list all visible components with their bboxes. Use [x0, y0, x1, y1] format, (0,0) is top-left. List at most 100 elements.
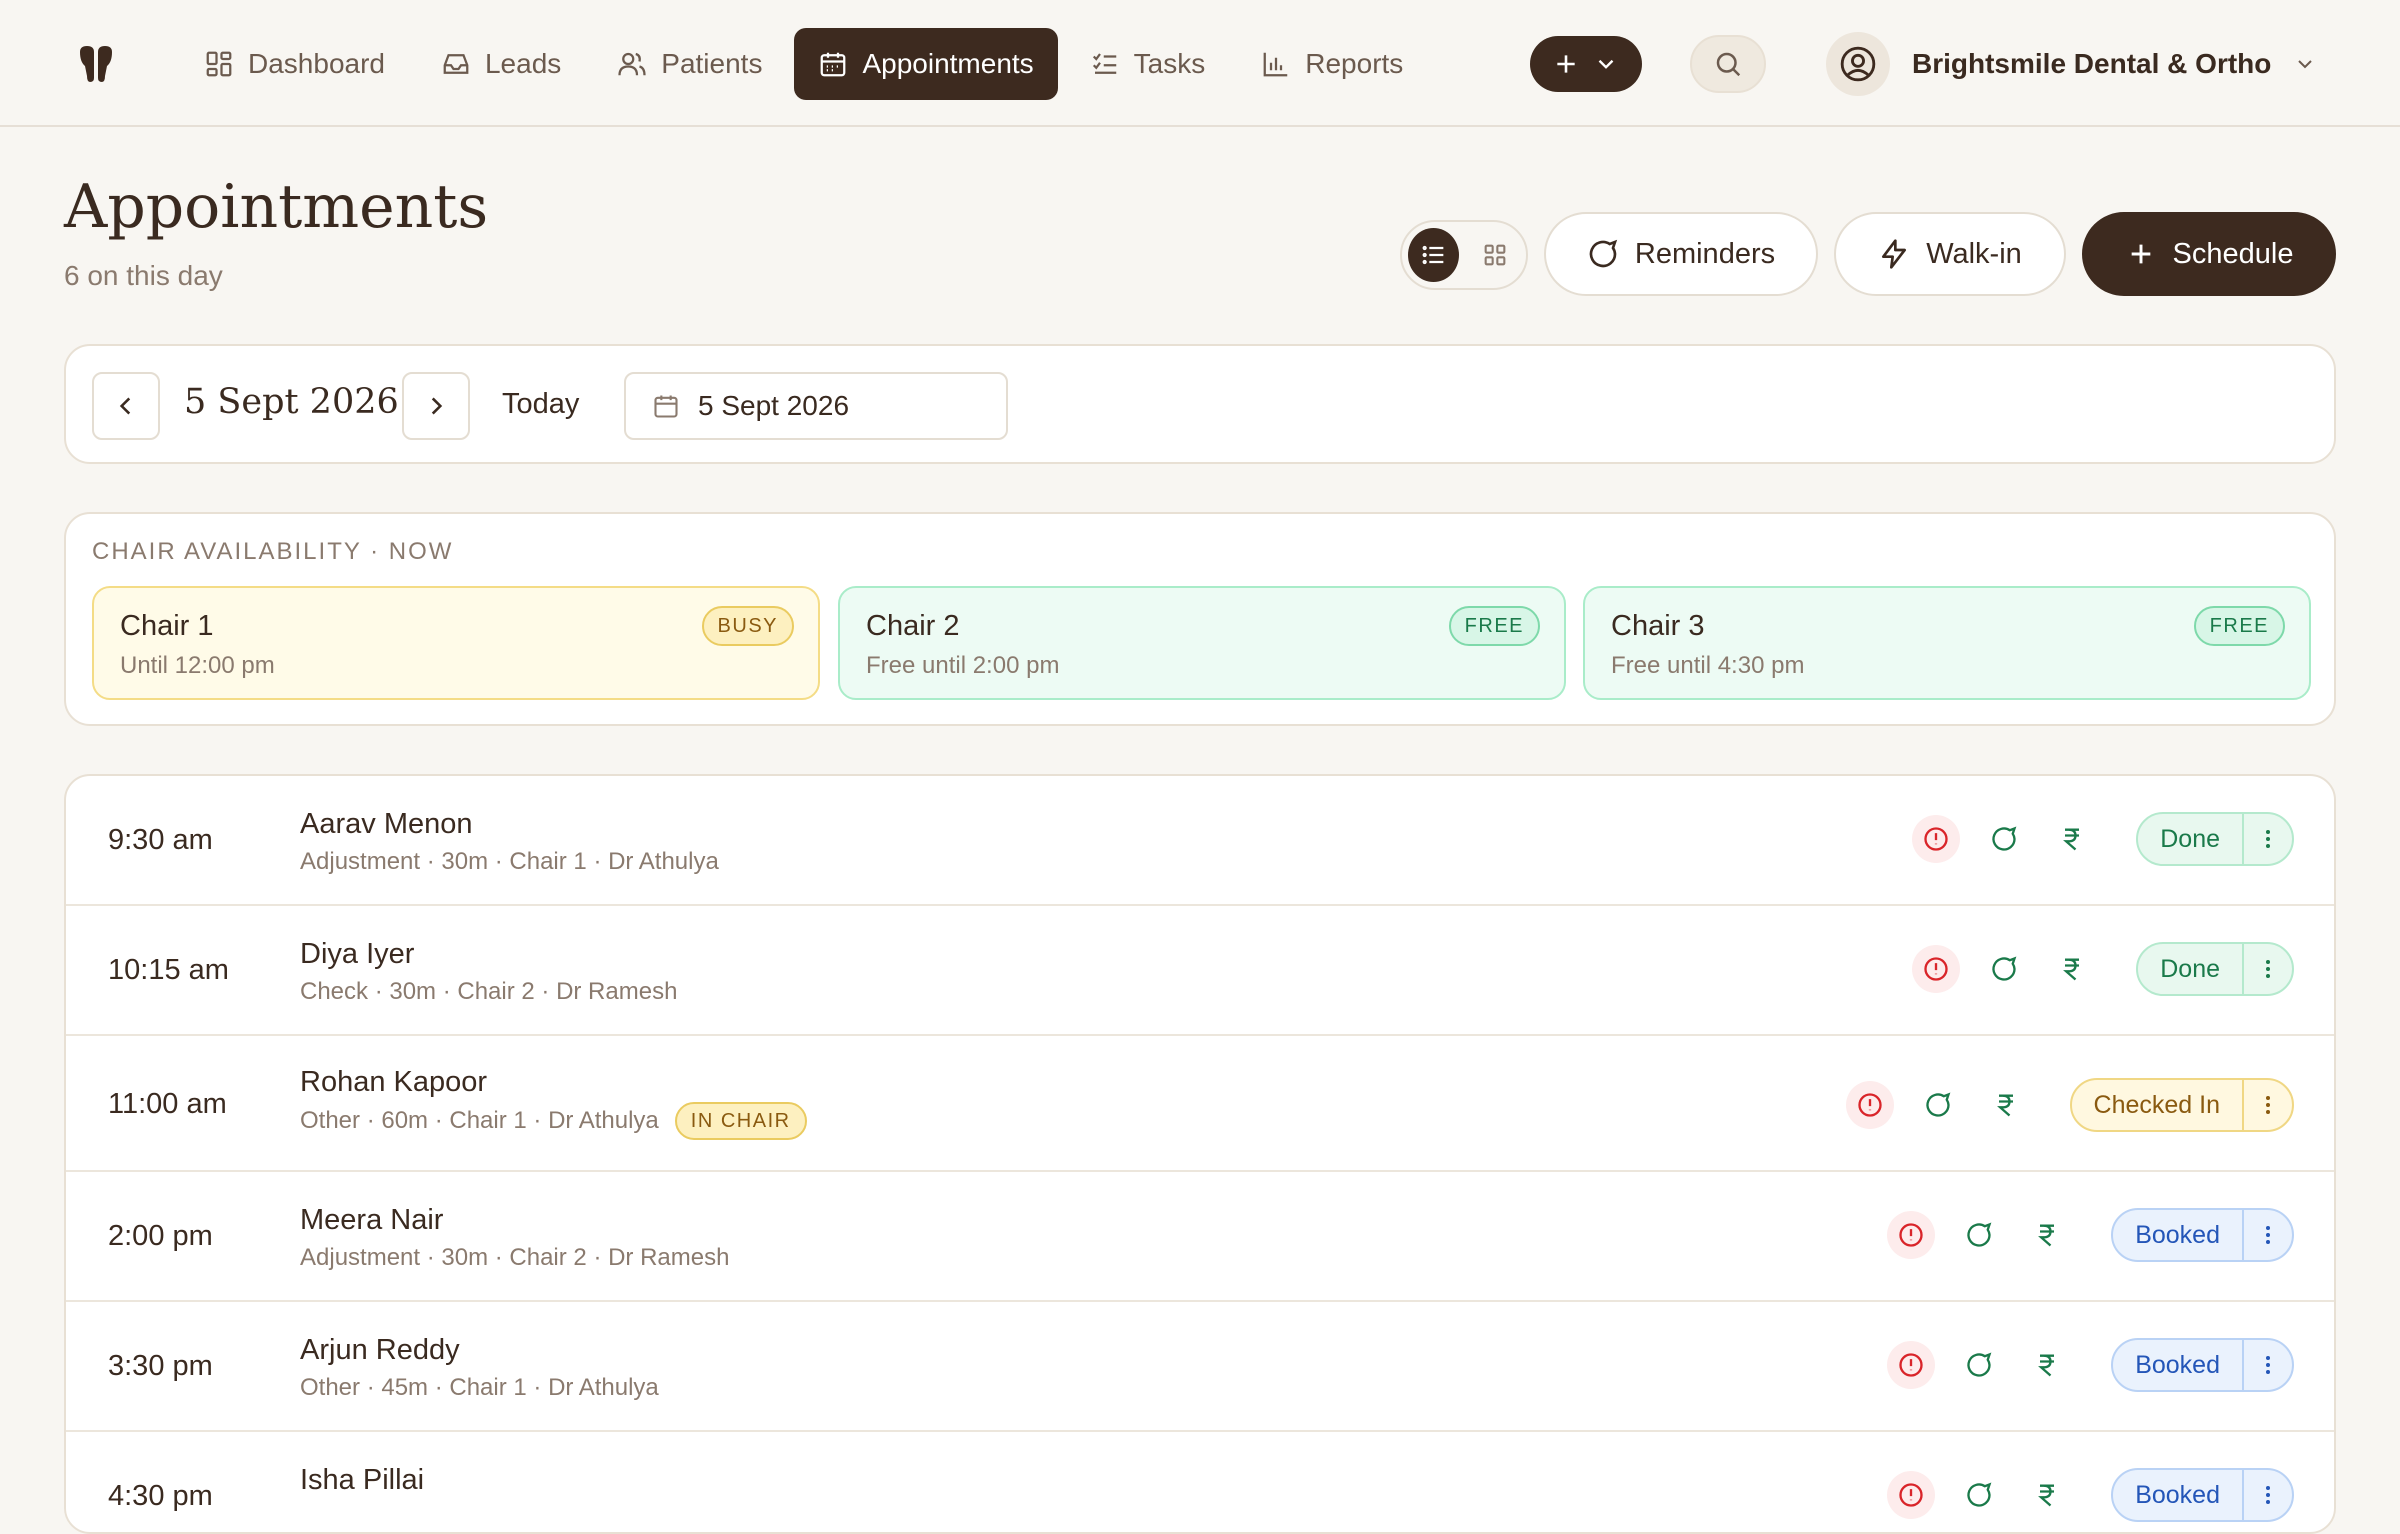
patient-name[interactable]: Meera Nair	[300, 1204, 443, 1237]
payment-button[interactable]	[2048, 945, 2096, 993]
nav-item-appointments[interactable]: Appointments	[794, 28, 1058, 100]
view-toggle	[1400, 220, 1528, 290]
patient-name[interactable]: Aarav Menon	[300, 808, 473, 841]
reminders-label: Reminders	[1634, 237, 1776, 270]
schedule-button[interactable]: Schedule	[2082, 212, 2336, 296]
previous-day-button[interactable]	[92, 372, 160, 440]
tooth-logo-icon[interactable]	[76, 44, 116, 84]
appointment-row[interactable]: 2:00 pm Meera Nair Adjustment · 30m · Ch…	[66, 1172, 2334, 1302]
alert-button[interactable]	[1887, 1471, 1936, 1519]
quick-add-menu-button[interactable]	[1530, 36, 1642, 92]
date-picker-field[interactable]: 5 Sept 2026	[624, 372, 1008, 440]
org-name: Brightsmile Dental & Ortho	[1912, 48, 2272, 79]
patient-name[interactable]: Diya Iyer	[300, 938, 414, 971]
patient-name[interactable]: Arjun Reddy	[300, 1334, 460, 1367]
status-menu[interactable]: Done	[2136, 942, 2294, 996]
patient-name[interactable]: Isha Pillai	[300, 1464, 424, 1497]
reminders-button[interactable]: Reminders	[1544, 212, 1818, 296]
more-options-button[interactable]	[2242, 1340, 2292, 1390]
today-button[interactable]: Today	[502, 388, 579, 421]
status-menu[interactable]: Done	[2136, 812, 2294, 866]
status-label[interactable]: Checked In	[2072, 1091, 2242, 1120]
status-label[interactable]: Booked	[2113, 1481, 2242, 1510]
walkin-button[interactable]: Walk-in	[1834, 212, 2066, 296]
bar-chart-icon	[1263, 52, 1288, 77]
alert-button[interactable]	[1912, 815, 1961, 863]
plus-icon	[1557, 55, 1575, 73]
message-circle-icon	[1967, 1482, 1992, 1507]
chair-card[interactable]: Chair 2 Free until 2:00 pm FREE	[838, 586, 1566, 700]
status-badge: FREE	[1448, 606, 1540, 646]
more-options-button[interactable]	[2242, 1470, 2292, 1520]
payment-button[interactable]	[2023, 1211, 2071, 1259]
status-label[interactable]: Done	[2138, 955, 2242, 984]
nav-item-patients[interactable]: Patients	[593, 28, 786, 100]
alert-circle-icon	[1924, 957, 1948, 981]
message-button[interactable]	[1955, 1341, 2003, 1389]
message-button[interactable]	[1914, 1081, 1962, 1129]
message-button[interactable]	[1980, 815, 2028, 863]
appointment-row[interactable]: 10:15 am Diya Iyer Check · 30m · Chair 2…	[66, 906, 2334, 1036]
alert-button[interactable]	[1912, 945, 1961, 993]
search-button[interactable]	[1690, 35, 1766, 93]
status-menu[interactable]: Booked	[2111, 1338, 2294, 1392]
more-options-button[interactable]	[2242, 814, 2292, 864]
chair-availability-text: Free until 4:30 pm	[1611, 652, 1805, 679]
appointment-time: 11:00 am	[108, 1088, 227, 1120]
chevron-down-icon	[1598, 59, 1614, 69]
nav-item-leads[interactable]: Leads	[417, 28, 585, 100]
rupee-icon	[1996, 1094, 2013, 1117]
status-menu[interactable]: Booked	[2111, 1208, 2294, 1262]
alert-circle-icon	[1924, 827, 1948, 851]
appointment-list: 9:30 am Aarav Menon Adjustment · 30m · C…	[64, 774, 2336, 1534]
plus-icon	[2131, 244, 2150, 264]
message-button[interactable]	[1980, 945, 2028, 993]
more-options-button[interactable]	[2242, 1210, 2292, 1260]
status-label[interactable]: Done	[2138, 825, 2242, 854]
alert-circle-icon	[1899, 1353, 1923, 1377]
status-label[interactable]: Booked	[2113, 1351, 2242, 1380]
nav-item-dashboard[interactable]: Dashboard	[180, 28, 409, 100]
rupee-icon	[2038, 1224, 2055, 1247]
list-view-button[interactable]	[1408, 228, 1459, 282]
appointment-row[interactable]: 9:30 am Aarav Menon Adjustment · 30m · C…	[66, 776, 2334, 906]
payment-button[interactable]	[2048, 815, 2096, 863]
appointment-row[interactable]: 4:30 pm Isha Pillai Booked	[66, 1432, 2334, 1532]
status-menu[interactable]: Booked	[2111, 1468, 2294, 1522]
message-circle-icon	[1589, 239, 1618, 268]
nav-item-tasks[interactable]: Tasks	[1066, 28, 1230, 100]
status-label[interactable]: Booked	[2113, 1221, 2242, 1250]
message-button[interactable]	[1955, 1211, 2003, 1259]
date-picker-value: 5 Sept 2026	[698, 390, 850, 421]
payment-button[interactable]	[2023, 1341, 2071, 1389]
grid-view-button[interactable]	[1469, 228, 1520, 282]
date-navigator: 5 Sept 2026 Today 5 Sept 2026	[64, 344, 2336, 464]
alert-button[interactable]	[1845, 1081, 1894, 1129]
message-circle-icon	[1992, 826, 2017, 851]
chair-availability-panel: CHAIR AVAILABILITY · NOW Chair 1 Until 1…	[64, 512, 2336, 726]
org-switcher[interactable]: Brightsmile Dental & Ortho	[1826, 32, 2317, 96]
more-options-button[interactable]	[2242, 944, 2292, 994]
more-options-button[interactable]	[2242, 1080, 2292, 1130]
next-day-button[interactable]	[402, 372, 470, 440]
appointment-row[interactable]: 3:30 pm Arjun Reddy Other · 45m · Chair …	[66, 1302, 2334, 1432]
appointment-row[interactable]: 11:00 am Rohan Kapoor Other · 60m · Chai…	[66, 1036, 2334, 1172]
chair-card[interactable]: Chair 3 Free until 4:30 pm FREE	[1583, 586, 2311, 700]
top-navigation-bar: Dashboard Leads Patients Appointments Ta…	[0, 0, 2400, 127]
payment-button[interactable]	[2023, 1471, 2071, 1519]
calendar-icon	[821, 52, 846, 77]
row-actions: Booked	[1887, 1208, 2294, 1262]
patient-name[interactable]: Rohan Kapoor	[300, 1066, 487, 1099]
chair-card[interactable]: Chair 1 Until 12:00 pm BUSY	[92, 586, 820, 700]
more-vertical-icon	[2266, 1486, 2270, 1504]
calendar-icon	[654, 395, 678, 418]
status-menu[interactable]: Checked In	[2069, 1078, 2294, 1132]
alert-button[interactable]	[1887, 1211, 1936, 1259]
nav-label: Tasks	[1133, 48, 1206, 79]
nav-item-reports[interactable]: Reports	[1237, 28, 1427, 100]
message-button[interactable]	[1955, 1471, 2003, 1519]
chair-availability-text: Until 12:00 pm	[120, 652, 275, 679]
alert-button[interactable]	[1887, 1341, 1936, 1389]
more-vertical-icon	[2266, 830, 2270, 848]
payment-button[interactable]	[1982, 1081, 2030, 1129]
